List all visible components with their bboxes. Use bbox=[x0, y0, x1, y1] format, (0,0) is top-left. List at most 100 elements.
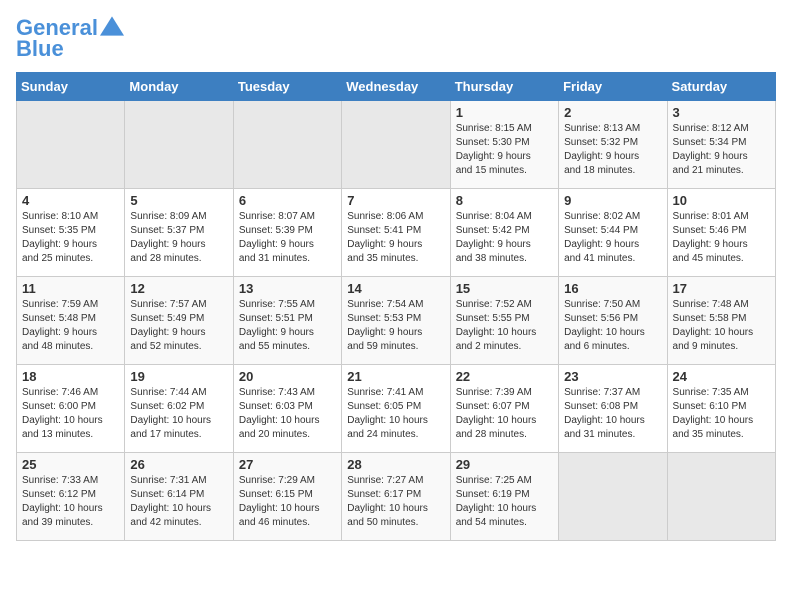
cell-info: Daylight: 9 hours bbox=[456, 238, 553, 252]
cell-info: Sunset: 6:02 PM bbox=[130, 400, 227, 414]
cell-info: Sunrise: 7:59 AM bbox=[22, 298, 119, 312]
cell-info: Sunrise: 7:52 AM bbox=[456, 298, 553, 312]
cell-info: Sunset: 6:08 PM bbox=[564, 400, 661, 414]
cell-info: and 28 minutes. bbox=[130, 252, 227, 266]
header-monday: Monday bbox=[125, 73, 233, 101]
day-number: 21 bbox=[347, 369, 444, 384]
cell-info: and 50 minutes. bbox=[347, 516, 444, 530]
day-number: 2 bbox=[564, 105, 661, 120]
header-thursday: Thursday bbox=[450, 73, 558, 101]
calendar-week-5: 25Sunrise: 7:33 AMSunset: 6:12 PMDayligh… bbox=[17, 453, 776, 541]
day-number: 17 bbox=[673, 281, 770, 296]
day-number: 9 bbox=[564, 193, 661, 208]
header: General Blue bbox=[16, 16, 776, 62]
day-number: 8 bbox=[456, 193, 553, 208]
cell-info: Daylight: 9 hours bbox=[564, 150, 661, 164]
cell-info: Daylight: 9 hours bbox=[239, 326, 336, 340]
cell-info: Sunrise: 7:54 AM bbox=[347, 298, 444, 312]
cell-info: and 59 minutes. bbox=[347, 340, 444, 354]
cell-info: Sunrise: 8:09 AM bbox=[130, 210, 227, 224]
cell-info: and 42 minutes. bbox=[130, 516, 227, 530]
cell-info: Sunrise: 7:41 AM bbox=[347, 386, 444, 400]
day-number: 20 bbox=[239, 369, 336, 384]
calendar-cell: 26Sunrise: 7:31 AMSunset: 6:14 PMDayligh… bbox=[125, 453, 233, 541]
day-number: 12 bbox=[130, 281, 227, 296]
cell-info: Sunset: 5:55 PM bbox=[456, 312, 553, 326]
cell-info: Sunset: 5:34 PM bbox=[673, 136, 770, 150]
calendar-cell: 20Sunrise: 7:43 AMSunset: 6:03 PMDayligh… bbox=[233, 365, 341, 453]
cell-info: and 9 minutes. bbox=[673, 340, 770, 354]
cell-info: Sunset: 5:49 PM bbox=[130, 312, 227, 326]
calendar-cell: 1Sunrise: 8:15 AMSunset: 5:30 PMDaylight… bbox=[450, 101, 558, 189]
cell-info: Daylight: 10 hours bbox=[239, 414, 336, 428]
cell-info: Sunrise: 8:04 AM bbox=[456, 210, 553, 224]
day-number: 25 bbox=[22, 457, 119, 472]
cell-info: Daylight: 9 hours bbox=[130, 326, 227, 340]
cell-info: Sunset: 5:37 PM bbox=[130, 224, 227, 238]
cell-info: Sunrise: 7:31 AM bbox=[130, 474, 227, 488]
day-number: 13 bbox=[239, 281, 336, 296]
cell-info: Daylight: 10 hours bbox=[347, 502, 444, 516]
calendar-cell: 2 Sunrise: 8:13 AMSunset: 5:32 PMDaylight… bbox=[559, 101, 667, 189]
cell-info: Daylight: 9 hours bbox=[130, 238, 227, 252]
cell-info: and 38 minutes. bbox=[456, 252, 553, 266]
calendar-week-1: 1Sunrise: 8:15 AMSunset: 5:30 PMDaylight… bbox=[17, 101, 776, 189]
day-number: 7 bbox=[347, 193, 444, 208]
cell-info: and 15 minutes. bbox=[456, 164, 553, 178]
cell-info: Daylight: 9 hours bbox=[673, 150, 770, 164]
calendar-cell: 10Sunrise: 8:01 AMSunset: 5:46 PMDayligh… bbox=[667, 189, 775, 277]
day-number: 5 bbox=[130, 193, 227, 208]
cell-info: Sunset: 6:19 PM bbox=[456, 488, 553, 502]
calendar-cell: 6Sunrise: 8:07 AMSunset: 5:39 PMDaylight… bbox=[233, 189, 341, 277]
header-sunday: Sunday bbox=[17, 73, 125, 101]
day-number: 28 bbox=[347, 457, 444, 472]
cell-info: Daylight: 10 hours bbox=[456, 414, 553, 428]
cell-info: Sunset: 5:51 PM bbox=[239, 312, 336, 326]
cell-info: Sunrise: 8:01 AM bbox=[673, 210, 770, 224]
calendar-cell: 7Sunrise: 8:06 AMSunset: 5:41 PMDaylight… bbox=[342, 189, 450, 277]
cell-info: Sunrise: 8:12 AM bbox=[673, 122, 770, 136]
cell-info: Sunset: 5:39 PM bbox=[239, 224, 336, 238]
calendar-cell: 12 Sunrise: 7:57 AMSunset: 5:49 PMDayligh… bbox=[125, 277, 233, 365]
cell-info: Sunrise: 8:06 AM bbox=[347, 210, 444, 224]
cell-info: Sunset: 5:42 PM bbox=[456, 224, 553, 238]
cell-info: Sunrise: 7:25 AM bbox=[456, 474, 553, 488]
cell-info: Sunset: 6:03 PM bbox=[239, 400, 336, 414]
calendar-cell: 4Sunrise: 8:10 AMSunset: 5:35 PMDaylight… bbox=[17, 189, 125, 277]
day-number: 27 bbox=[239, 457, 336, 472]
cell-info: Daylight: 9 hours bbox=[564, 238, 661, 252]
cell-info: Sunrise: 7:57 AM bbox=[130, 298, 227, 312]
cell-info: Sunrise: 7:48 AM bbox=[673, 298, 770, 312]
cell-info: Sunrise: 7:29 AM bbox=[239, 474, 336, 488]
cell-info: and 35 minutes. bbox=[347, 252, 444, 266]
header-wednesday: Wednesday bbox=[342, 73, 450, 101]
cell-info: and 18 minutes. bbox=[564, 164, 661, 178]
calendar-cell: 22Sunrise: 7:39 AMSunset: 6:07 PMDayligh… bbox=[450, 365, 558, 453]
cell-info: Sunrise: 7:55 AM bbox=[239, 298, 336, 312]
cell-info: and 35 minutes. bbox=[673, 428, 770, 442]
day-number: 15 bbox=[456, 281, 553, 296]
calendar-cell bbox=[233, 101, 341, 189]
cell-info: Sunset: 5:58 PM bbox=[673, 312, 770, 326]
cell-info: Sunset: 6:17 PM bbox=[347, 488, 444, 502]
cell-info: Sunset: 5:46 PM bbox=[673, 224, 770, 238]
cell-info: and 2 minutes. bbox=[456, 340, 553, 354]
calendar-week-3: 11Sunrise: 7:59 AMSunset: 5:48 PMDayligh… bbox=[17, 277, 776, 365]
calendar-cell: 15Sunrise: 7:52 AMSunset: 5:55 PMDayligh… bbox=[450, 277, 558, 365]
calendar-cell: 27Sunrise: 7:29 AMSunset: 6:15 PMDayligh… bbox=[233, 453, 341, 541]
calendar-week-4: 18Sunrise: 7:46 AMSunset: 6:00 PMDayligh… bbox=[17, 365, 776, 453]
cell-info: Sunrise: 7:37 AM bbox=[564, 386, 661, 400]
calendar-cell bbox=[667, 453, 775, 541]
cell-info: and 13 minutes. bbox=[22, 428, 119, 442]
cell-info: Sunset: 6:00 PM bbox=[22, 400, 119, 414]
cell-info: Daylight: 10 hours bbox=[130, 502, 227, 516]
calendar-cell: 25Sunrise: 7:33 AMSunset: 6:12 PMDayligh… bbox=[17, 453, 125, 541]
cell-info: Sunrise: 8:13 AM bbox=[564, 122, 661, 136]
cell-info: Sunrise: 7:39 AM bbox=[456, 386, 553, 400]
cell-info: Sunrise: 7:33 AM bbox=[22, 474, 119, 488]
header-saturday: Saturday bbox=[667, 73, 775, 101]
cell-info: Sunset: 5:32 PM bbox=[564, 136, 661, 150]
cell-info: Sunrise: 7:35 AM bbox=[673, 386, 770, 400]
calendar-cell: 11Sunrise: 7:59 AMSunset: 5:48 PMDayligh… bbox=[17, 277, 125, 365]
calendar-cell: 21Sunrise: 7:41 AMSunset: 6:05 PMDayligh… bbox=[342, 365, 450, 453]
